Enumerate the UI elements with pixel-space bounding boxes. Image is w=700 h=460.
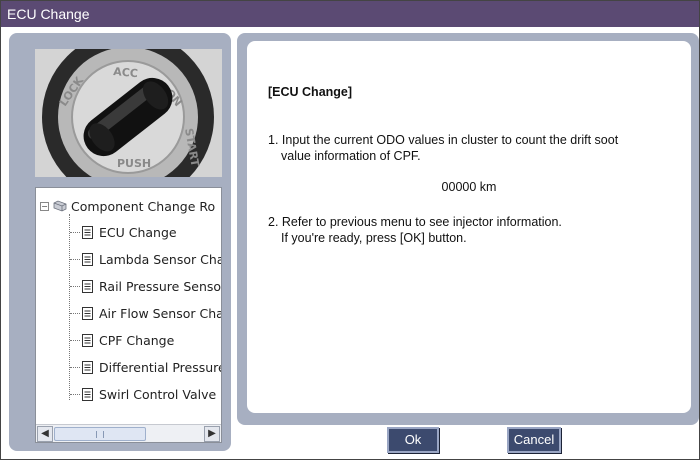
instructions-title: [ECU Change]	[268, 85, 353, 99]
folder-icon	[53, 200, 67, 212]
window-client: LOCK ACC ON START PUSH − Component Chang…	[1, 27, 699, 459]
tree-item-lambda-sensor[interactable]: Lambda Sensor Cha	[70, 250, 222, 268]
window-title: ECU Change	[1, 1, 699, 27]
tree-root-label: Component Change Ro	[71, 198, 216, 214]
step-1-line-1: 1. Input the current ODO values in clust…	[268, 133, 619, 147]
step-1-line-2: value information of CPF.	[281, 149, 421, 163]
collapse-icon[interactable]: −	[40, 201, 49, 211]
document-icon	[82, 360, 93, 374]
ok-button[interactable]: Ok	[387, 427, 439, 453]
tree-item-label: Rail Pressure Sensoi	[99, 278, 222, 294]
scroll-left-arrow-icon[interactable]: ◀	[37, 426, 53, 442]
component-tree[interactable]: − Component Change Ro ECU Change Lambda …	[35, 187, 222, 443]
cancel-button[interactable]: Cancel	[507, 427, 561, 453]
tree-item-label: Air Flow Sensor Cha	[99, 305, 222, 321]
ignition-switch-image: LOCK ACC ON START PUSH	[35, 49, 222, 177]
step-2-text: 2. Refer to previous menu to see injecto…	[268, 214, 668, 246]
step-1-text: 1. Input the current ODO values in clust…	[268, 132, 668, 164]
document-icon	[82, 279, 93, 293]
step-2-line-2: If you're ready, press [OK] button.	[281, 231, 467, 245]
svg-text:ACC: ACC	[113, 65, 139, 80]
document-icon	[82, 252, 93, 266]
right-panel: [ECU Change] 1. Input the current ODO va…	[237, 33, 699, 425]
instructions-panel: [ECU Change] 1. Input the current ODO va…	[247, 41, 691, 413]
left-panel: LOCK ACC ON START PUSH − Component Chang…	[9, 33, 231, 451]
ecu-change-window: ECU Change LOCK ACC ON START PUSH − Comp…	[0, 0, 700, 460]
tree-item-ecu-change[interactable]: ECU Change	[70, 223, 177, 241]
tree-item-label: Lambda Sensor Cha	[99, 251, 222, 267]
horizontal-scrollbar[interactable]: ◀ ▶	[36, 424, 221, 442]
tree-item-swirl-control-valve[interactable]: Swirl Control Valve (	[70, 385, 222, 403]
tree-item-label: ECU Change	[99, 224, 177, 240]
document-icon	[82, 306, 93, 320]
tree-item-label: Swirl Control Valve (	[99, 386, 222, 402]
tree-item-cpf-change[interactable]: CPF Change	[70, 331, 174, 349]
svg-text:PUSH: PUSH	[117, 157, 151, 170]
tree-item-label: CPF Change	[99, 332, 175, 348]
document-icon	[82, 333, 93, 347]
tree-viewport: − Component Change Ro ECU Change Lambda …	[36, 188, 221, 424]
scroll-right-arrow-icon[interactable]: ▶	[204, 426, 220, 442]
tree-item-rail-pressure-sensor[interactable]: Rail Pressure Sensoi	[70, 277, 222, 295]
document-icon	[82, 387, 93, 401]
tree-root-item[interactable]: − Component Change Ro	[40, 198, 215, 214]
odo-value: 00000 km	[441, 180, 497, 194]
document-icon	[82, 225, 93, 239]
tree-item-air-flow-sensor[interactable]: Air Flow Sensor Cha	[70, 304, 222, 322]
tree-item-label: Differential Pressure	[99, 359, 222, 375]
step-2-line-1: 2. Refer to previous menu to see injecto…	[268, 215, 562, 229]
scrollbar-thumb[interactable]	[54, 427, 146, 441]
tree-item-differential-pressure[interactable]: Differential Pressure	[70, 358, 222, 376]
